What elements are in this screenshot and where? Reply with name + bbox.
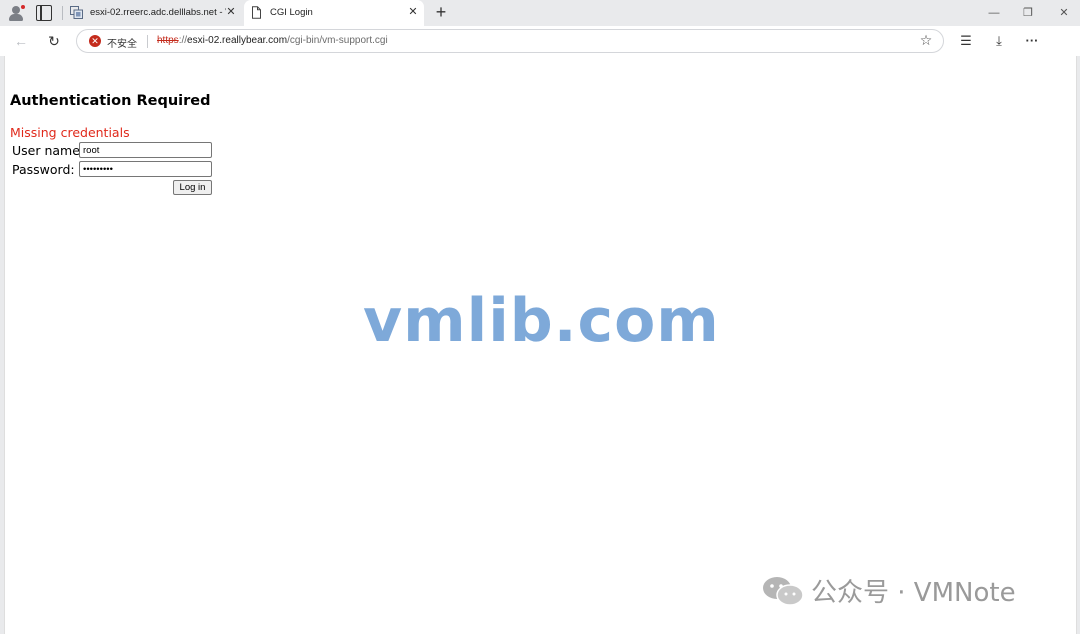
page-content: Authentication Required Missing credenti… [4,56,1077,634]
close-tab-icon[interactable]: ✕ [224,5,238,19]
wechat-account-label: 公众号 · VMNote [811,578,1016,608]
password-input[interactable] [79,161,212,177]
tab-actions-icon[interactable] [36,5,52,21]
minimize-icon[interactable]: — [982,3,1006,23]
username-input[interactable] [79,142,212,158]
url-scheme: https [157,35,179,46]
tab-divider [62,6,63,20]
url-host: esxi-02.reallybear.com [187,35,288,46]
back-arrow-icon[interactable]: ← [10,30,32,52]
tab-strip: esxi-02.rreerc.adc.delllabs.net - VMware… [0,0,1080,26]
tab-title: CGI Login [270,7,313,18]
site-watermark: vmlib.com [363,286,720,356]
favorites-icon[interactable]: ☰ [955,30,977,52]
url-scheme-separator: :// [178,35,188,46]
vmware-favicon-icon [70,6,83,19]
reload-icon[interactable]: ↻ [43,30,65,52]
download-icon[interactable]: ⤓ [988,30,1010,52]
url-text[interactable]: https://esxi-02.reallybear.com/cgi-bin/v… [157,35,388,46]
not-secure-label[interactable]: 不安全 [107,35,137,50]
username-label: User name: [12,143,85,158]
login-button[interactable]: Log in [173,180,212,195]
url-divider [147,35,148,48]
close-window-icon[interactable]: ✕ [1052,3,1076,23]
close-tab-icon[interactable]: ✕ [406,5,420,19]
page-favicon-icon [252,6,261,19]
tab-cgi-login[interactable]: CGI Login ✕ [244,0,424,26]
restore-icon[interactable]: ❐ [1016,3,1040,23]
url-path: /cgi-bin/vm-support.cgi [287,35,388,46]
not-secure-icon[interactable]: ✕ [89,35,101,47]
star-icon[interactable]: ☆ [918,30,934,50]
tab-title: esxi-02.rreerc.adc.delllabs.net - VMware… [90,7,226,18]
password-label: Password: [12,162,75,177]
more-options-icon[interactable]: ··· [1021,30,1043,52]
profile-icon[interactable] [6,3,26,23]
wechat-icon [763,577,804,606]
tab-esxi-host[interactable]: esxi-02.rreerc.adc.delllabs.net - VMware… [64,0,242,26]
error-message: Missing credentials [10,125,130,140]
new-tab-button[interactable]: + [431,2,451,22]
address-bar[interactable]: ✕ 不安全 https://esxi-02.reallybear.com/cgi… [76,29,944,53]
page-title: Authentication Required [10,93,211,109]
